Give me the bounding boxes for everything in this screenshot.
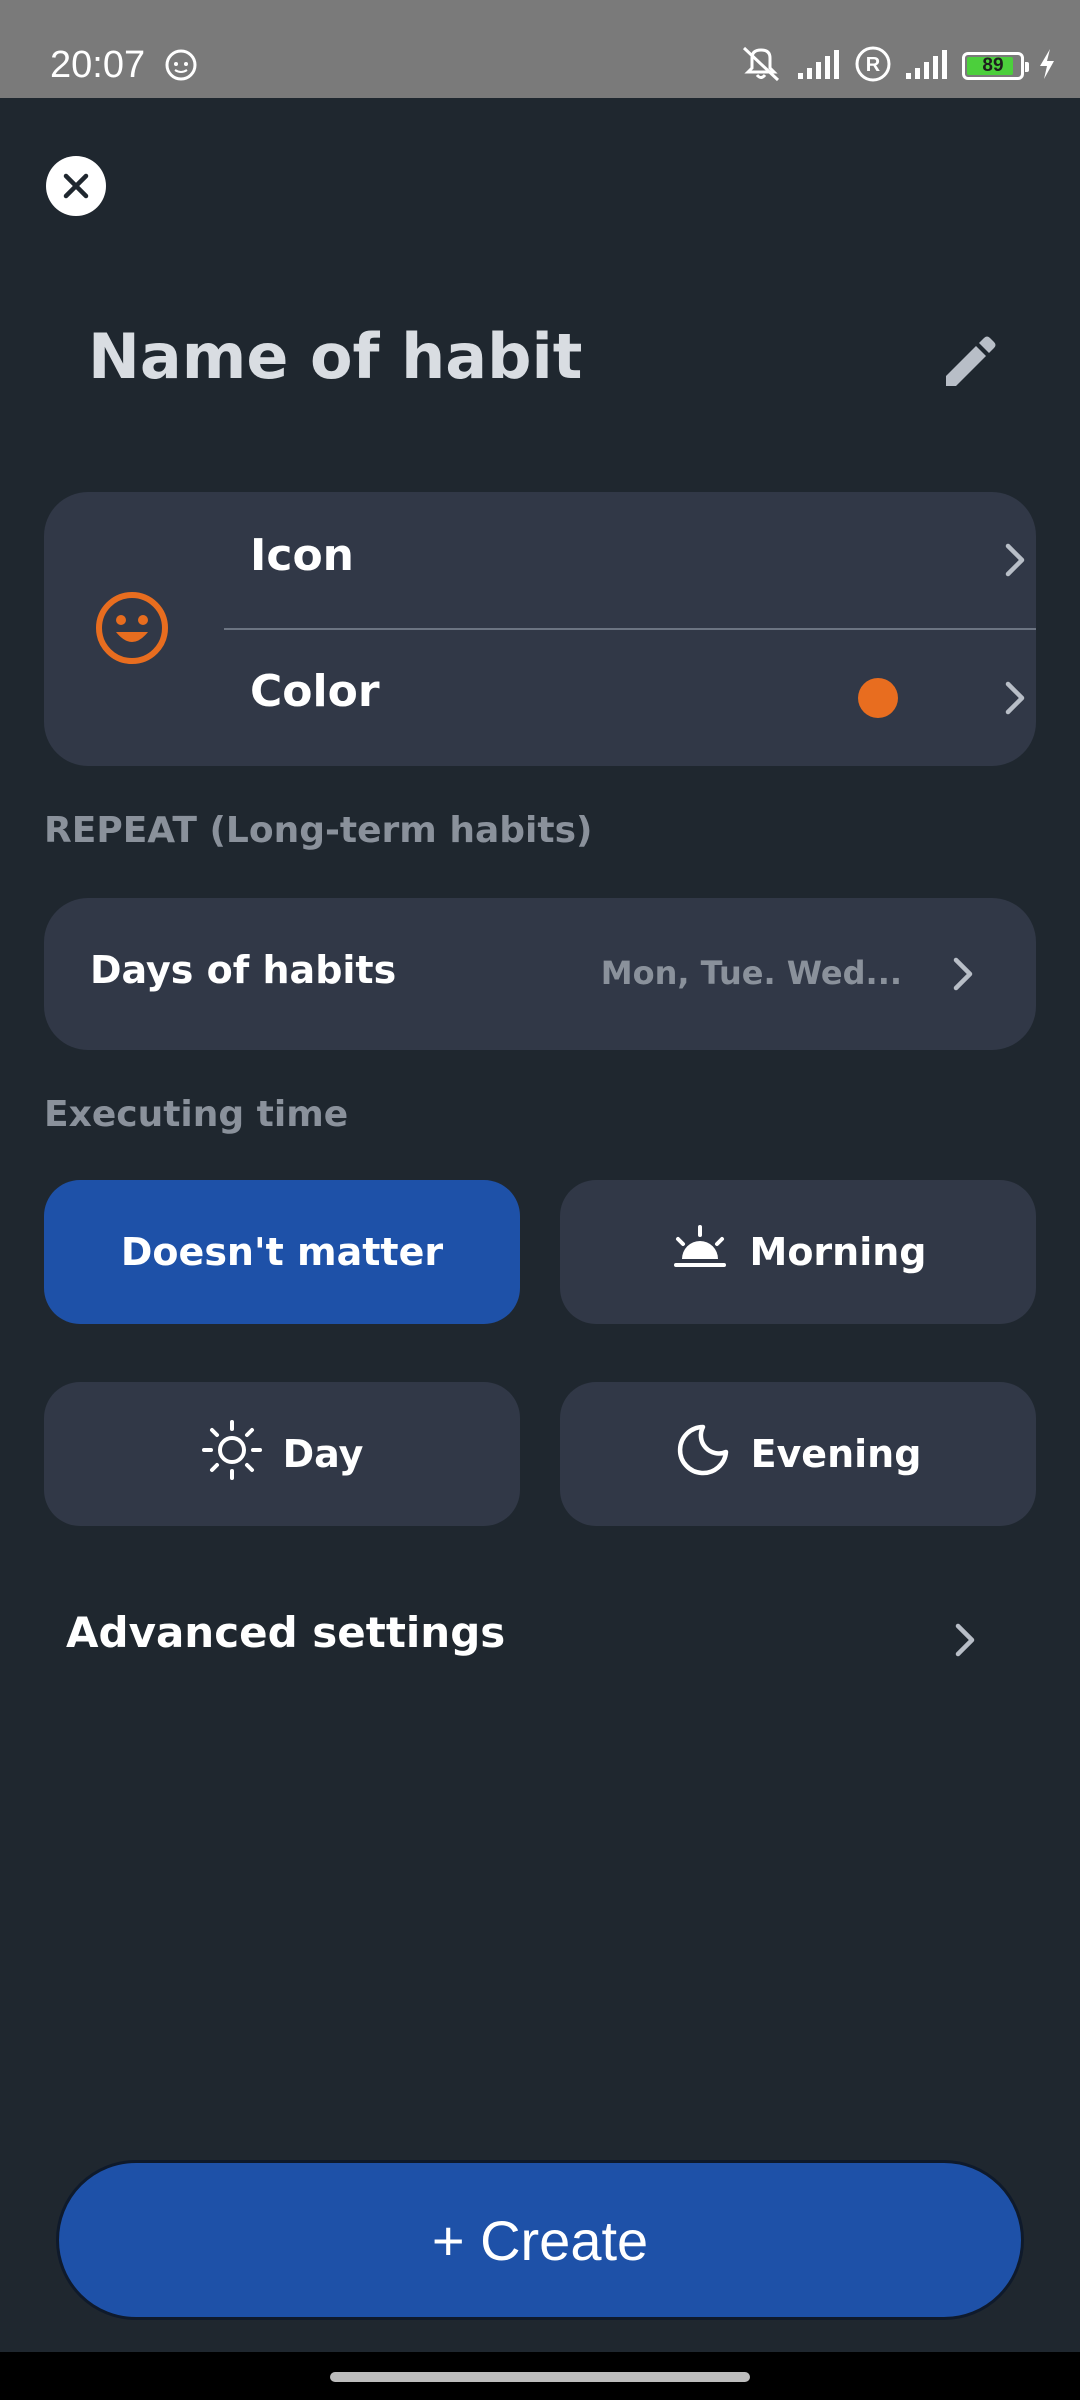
smiley-face-icon	[94, 590, 170, 670]
repeat-section-label: REPEAT (Long-term habits)	[44, 810, 593, 851]
navigation-bar	[0, 2352, 1080, 2400]
notification-app-icon	[164, 48, 198, 86]
color-row[interactable]: Color	[224, 630, 1036, 766]
time-option-label: Morning	[749, 1230, 927, 1274]
time-option-label: Doesn't matter	[120, 1230, 444, 1274]
chevron-right-icon	[1002, 678, 1030, 722]
sun-icon	[201, 1419, 263, 1490]
color-swatch	[858, 678, 898, 718]
svg-text:R: R	[866, 54, 881, 76]
roaming-icon: R	[854, 45, 892, 87]
executing-time-label: Executing time	[44, 1094, 349, 1135]
signal-icon-2	[904, 47, 950, 85]
home-gesture-handle[interactable]	[330, 2372, 750, 2382]
time-option-day[interactable]: Day	[44, 1382, 520, 1526]
mute-icon	[738, 44, 784, 88]
time-option-label: Day	[282, 1432, 364, 1476]
days-of-habits-value: Mon, Tue. Wed...	[600, 954, 902, 992]
charging-icon	[1036, 47, 1058, 85]
chevron-right-icon	[950, 954, 978, 998]
battery-level: 89	[982, 55, 1004, 76]
time-option-morning[interactable]: Morning	[560, 1180, 1036, 1324]
signal-icon	[796, 47, 842, 85]
status-time: 20:07	[50, 44, 146, 86]
chevron-right-icon	[1002, 540, 1030, 584]
days-of-habits-label: Days of habits	[90, 948, 397, 992]
status-bar: 20:07 R 89	[0, 0, 1080, 98]
moon-icon	[675, 1422, 731, 1487]
battery-icon: 89	[962, 52, 1029, 80]
habit-name-title[interactable]: Name of habit	[88, 320, 582, 393]
close-button[interactable]	[46, 156, 106, 216]
appearance-card: Icon Color	[44, 492, 1036, 766]
pencil-icon[interactable]	[936, 332, 1000, 400]
create-button[interactable]: + Create	[56, 2160, 1024, 2320]
advanced-settings-row[interactable]: Advanced settings	[66, 1608, 505, 1657]
chevron-right-icon[interactable]	[952, 1620, 980, 1664]
icon-row-label: Icon	[250, 530, 355, 581]
icon-row[interactable]: Icon	[224, 492, 1036, 628]
time-option-label: Evening	[750, 1432, 922, 1476]
color-row-label: Color	[250, 666, 380, 717]
close-icon	[63, 173, 89, 199]
sunrise-icon	[670, 1224, 730, 1280]
time-option-doesnt-matter[interactable]: Doesn't matter	[44, 1180, 520, 1324]
days-of-habits-row[interactable]: Days of habits Mon, Tue. Wed...	[44, 898, 1036, 1050]
time-option-evening[interactable]: Evening	[560, 1382, 1036, 1526]
